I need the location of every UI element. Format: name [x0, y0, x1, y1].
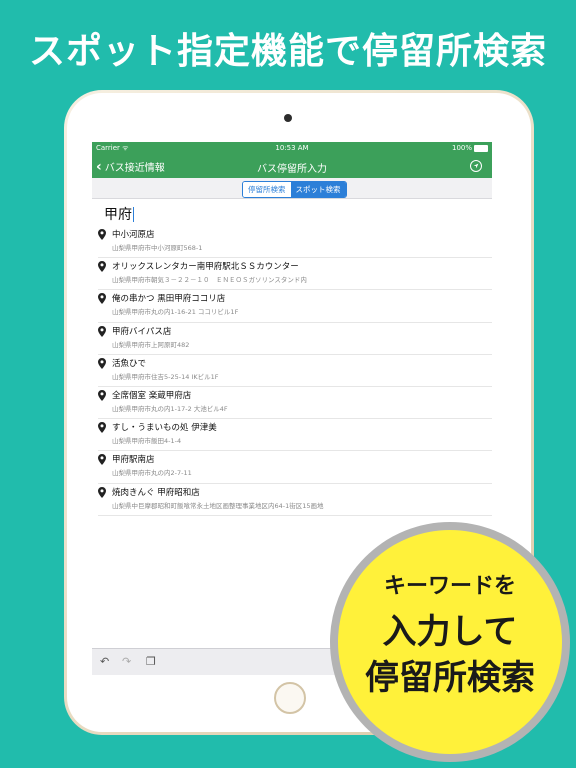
map-pin-icon	[98, 486, 106, 498]
item-name: すし・うまいもの処 伊津美	[112, 423, 217, 434]
item-address: 山梨県甲府市中小河原町568-1	[112, 244, 203, 252]
item-address: 山梨県甲府市丸の内1-17-2 大池ビル4F	[112, 404, 228, 413]
map-pin-icon	[98, 325, 106, 337]
nav-bar: ‹ バス接近情報 バス停留所入力	[92, 154, 492, 178]
item-address: 山梨県甲府市朝気３－２２－１０ ＥＮＥＯＳガソリンスタンド内	[112, 276, 307, 285]
home-button[interactable]	[274, 682, 306, 714]
status-bar: Carrier ᯤ 10:53 AM 100%	[92, 142, 492, 154]
item-name: 中小河原店	[112, 230, 155, 240]
item-name: 全席個室 楽蔵甲府店	[112, 390, 192, 401]
item-name: オリックスレンタカー南甲府駅北ＳＳカウンター	[112, 262, 299, 273]
map-pin-icon	[98, 422, 106, 434]
badge-line-2: 入力して	[382, 612, 518, 652]
list-item[interactable]: 甲府バイパス店 山梨県甲府市上阿原町482	[98, 323, 492, 355]
battery-icon	[474, 145, 488, 152]
list-item[interactable]: 全席個室 楽蔵甲府店 山梨県甲府市丸の内1-17-2 大池ビル4F	[98, 387, 492, 420]
list-item[interactable]: オリックスレンタカー南甲府駅北ＳＳカウンター 山梨県甲府市朝気３－２２－１０ Ｅ…	[98, 258, 492, 291]
list-item[interactable]: 中小河原店 山梨県甲府市中小河原町568-1	[98, 226, 492, 259]
list-item[interactable]: 活魚ひで 山梨県甲府市住吉5-25-14 IKビル1F	[98, 355, 492, 387]
undo-icon[interactable]: ↶	[100, 655, 109, 668]
search-input[interactable]: 甲府	[104, 205, 484, 223]
item-address: 山梨県甲府市丸の内1-16-21 ココリビル1F	[112, 308, 239, 317]
result-list: 中小河原店 山梨県甲府市中小河原町568-1 オリックスレンタカー南甲府駅北ＳＳ…	[92, 226, 492, 516]
item-address: 山梨県中巨摩郡昭和町飯喰常永土地区画整理事業地区内64-1街区15画地	[112, 501, 324, 510]
headline: スポット指定機能で停留所検索	[28, 31, 547, 72]
text-caret	[133, 206, 134, 222]
list-item[interactable]: すし・うまいもの処 伊津美 山梨県甲府市飯田4-1-4	[98, 419, 492, 452]
search-value: 甲府	[104, 207, 132, 223]
item-name: 俺の串かつ 黒田甲府ココリ店	[112, 294, 226, 305]
paste-icon[interactable]: ❐	[146, 655, 156, 668]
status-time: 10:53 AM	[275, 144, 309, 152]
item-address: 山梨県甲府市丸の内2-7-11	[112, 469, 192, 478]
item-address: 山梨県甲府市上阿原町482	[112, 340, 190, 349]
location-arrow-icon[interactable]	[470, 160, 482, 172]
map-pin-icon	[98, 357, 106, 369]
map-pin-icon	[98, 261, 106, 273]
list-item[interactable]: 甲府駅南店 山梨県甲府市丸の内2-7-11	[98, 451, 492, 484]
item-name: 焼肉きんぐ 甲府昭和店	[112, 487, 200, 498]
segment-spot-search[interactable]: スポット検索	[290, 182, 346, 197]
search-mode-segment: 停留所検索 スポット検索	[242, 181, 347, 198]
battery-percent: 100%	[451, 144, 472, 152]
list-item[interactable]: 俺の串かつ 黒田甲府ココリ店 山梨県甲府市丸の内1-16-21 ココリビル1F	[98, 290, 492, 323]
map-pin-icon	[98, 454, 106, 466]
badge-line-3: 停留所検索	[365, 658, 535, 698]
promo-badge: キーワードを 入力して 停留所検索	[330, 522, 570, 762]
list-item[interactable]: 焼肉きんぐ 甲府昭和店 山梨県中巨摩郡昭和町飯喰常永土地区画整理事業地区内64-…	[98, 484, 492, 516]
item-name: 甲府バイパス店	[112, 326, 172, 337]
map-pin-icon	[98, 293, 106, 305]
redo-icon[interactable]: ↷	[122, 655, 131, 668]
item-address: 山梨県甲府市住吉5-25-14 IKビル1F	[112, 372, 219, 381]
map-pin-icon	[98, 229, 106, 240]
map-pin-icon	[98, 389, 106, 401]
camera-dot	[284, 114, 292, 122]
segment-bar: 停留所検索 スポット検索	[92, 178, 492, 199]
nav-title: バス停留所入力	[257, 164, 327, 175]
segment-stop-search[interactable]: 停留所検索	[243, 182, 291, 197]
item-address: 山梨県甲府市飯田4-1-4	[112, 437, 182, 446]
item-name: 活魚ひで	[112, 358, 147, 369]
item-name: 甲府駅南店	[112, 455, 155, 466]
badge-line-1: キーワードを	[383, 574, 516, 599]
